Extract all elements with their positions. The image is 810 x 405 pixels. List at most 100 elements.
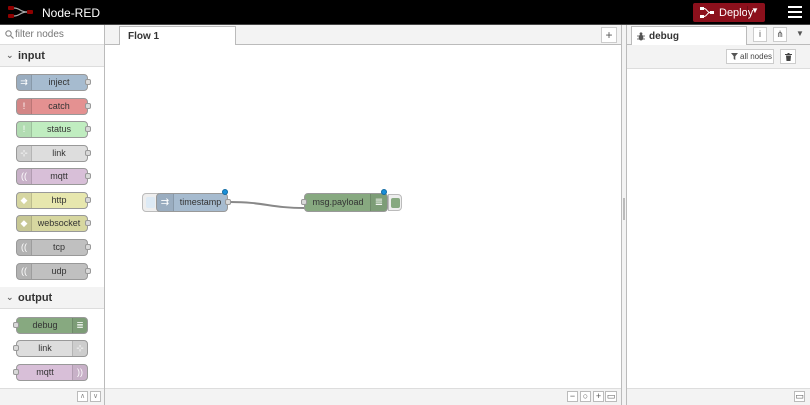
wire-layer	[229, 201, 306, 209]
palette-node-status[interactable]: ! status	[16, 121, 91, 138]
filter-nodes-input[interactable]	[15, 27, 100, 42]
palette-node-inject[interactable]: ⇉ inject	[16, 74, 91, 91]
node-label: link	[38, 343, 52, 353]
output-port	[85, 244, 91, 250]
node-label: http	[51, 195, 67, 205]
output-port[interactable]	[225, 199, 231, 205]
changed-indicator	[222, 189, 228, 195]
zoom-reset-icon[interactable]: ○	[580, 391, 591, 402]
changed-indicator	[381, 189, 387, 195]
node-label: websocket	[37, 218, 81, 228]
category-label: input	[18, 50, 45, 62]
deploy-icon	[700, 7, 714, 18]
navigator-icon[interactable]: ▭	[605, 391, 617, 402]
caret-down-icon[interactable]: ▼	[793, 27, 807, 42]
wave-icon: ((	[17, 240, 32, 255]
category-input-body: ⇉ inject ! catch ! status ⊹ link (( mqtt…	[0, 67, 104, 295]
link-icon: ⊹	[17, 146, 32, 161]
trash-icon	[785, 53, 792, 61]
wave-icon: ((	[17, 169, 32, 184]
arrow-icon: ⇉	[17, 75, 32, 90]
flow-canvas[interactable]: ⇉ timestamp msg.payload ≣	[105, 45, 621, 388]
globe-icon: ◆	[17, 193, 32, 208]
output-port	[85, 220, 91, 226]
list-icon: ≣	[370, 194, 387, 211]
deploy-button[interactable]: Deploy ▼	[693, 3, 765, 22]
palette-node-mqtt-out[interactable]: mqtt ))	[13, 364, 88, 381]
deploy-divider	[747, 6, 748, 19]
node-red-logo-icon	[8, 6, 33, 18]
search-icon	[5, 30, 14, 39]
link-icon: ⊹	[72, 341, 87, 356]
hamburger-menu-icon[interactable]	[788, 6, 802, 18]
wire[interactable]	[229, 201, 306, 209]
caret-down-icon[interactable]: ▼	[751, 6, 759, 15]
flow-workspace: Flow 1 + ⇉ timestamp msg.payload ≣ − ○ +…	[105, 25, 622, 405]
output-port	[85, 150, 91, 156]
node-label: debug	[32, 320, 58, 330]
tab-debug[interactable]: debug	[631, 26, 747, 45]
node-label: catch	[48, 101, 70, 111]
node-palette: ⌄ input ⇉ inject ! catch ! status ⊹ link…	[0, 25, 105, 405]
sidebar-tab-bar: debug i ⋔ ▼	[627, 25, 810, 45]
node-label: udp	[51, 266, 67, 276]
globe-icon: ◆	[17, 216, 32, 231]
palette-node-mqtt-in[interactable]: (( mqtt	[16, 168, 91, 185]
info-icon[interactable]: i	[753, 27, 767, 42]
output-port	[85, 126, 91, 132]
node-label: inject	[48, 77, 70, 87]
category-output-header[interactable]: ⌄ output	[0, 287, 104, 309]
palette-node-websocket-in[interactable]: ◆ websocket	[16, 215, 91, 232]
wave-icon: ((	[17, 264, 32, 279]
output-port	[85, 79, 91, 85]
tab-flow-1[interactable]: Flow 1	[119, 26, 236, 45]
category-input-header[interactable]: ⌄ input	[0, 45, 104, 67]
chevron-down-icon: ⌄	[6, 292, 14, 302]
node-label: status	[46, 124, 71, 134]
clear-messages-button[interactable]	[780, 49, 796, 64]
output-port	[85, 173, 91, 179]
add-flow-button[interactable]: +	[601, 27, 617, 43]
bug-icon[interactable]: ⋔	[773, 27, 787, 42]
palette-node-link-in[interactable]: ⊹ link	[16, 145, 91, 162]
palette-node-udp-in[interactable]: (( udp	[16, 263, 91, 280]
exclamation-icon: !	[17, 122, 32, 137]
deploy-label: Deploy	[719, 7, 754, 19]
zoom-in-icon[interactable]: +	[593, 391, 604, 402]
node-label: timestamp	[179, 197, 222, 207]
filter-all-nodes-button[interactable]: all nodes	[726, 49, 774, 64]
expand-all-icon[interactable]: ∨	[90, 391, 101, 402]
tab-label: debug	[649, 31, 679, 42]
collapse-all-icon[interactable]: ∧	[77, 391, 88, 402]
open-debug-window-icon[interactable]: ▭	[794, 391, 805, 402]
node-label: msg.payload	[312, 197, 364, 207]
node-label: tcp	[52, 242, 65, 252]
header-bar: Node-RED Deploy ▼	[0, 0, 810, 25]
filter-label: all nodes	[740, 52, 773, 61]
arrow-icon: ⇉	[157, 194, 174, 211]
palette-node-debug[interactable]: debug ≣	[13, 317, 88, 334]
sidebar: debug i ⋔ ▼ all nodes ▭	[626, 25, 810, 405]
list-icon: ≣	[72, 318, 87, 333]
palette-node-catch[interactable]: ! catch	[16, 98, 91, 115]
exclamation-icon: !	[17, 99, 32, 114]
workspace-footer: − ○ + ▭	[105, 388, 621, 405]
splitter-grip[interactable]	[623, 198, 625, 220]
debug-toolbar: all nodes	[627, 45, 810, 69]
flow-node-timestamp[interactable]: ⇉ timestamp	[156, 193, 231, 212]
palette-node-link-out[interactable]: link ⊹	[13, 340, 88, 357]
bug-icon	[637, 32, 645, 41]
palette-filter	[0, 25, 104, 45]
palette-node-tcp-in[interactable]: (( tcp	[16, 239, 91, 256]
debug-toggle-button[interactable]	[388, 194, 402, 211]
zoom-out-icon[interactable]: −	[567, 391, 578, 402]
workspace-tab-bar: Flow 1 +	[105, 25, 621, 45]
output-port	[85, 103, 91, 109]
palette-node-http-in[interactable]: ◆ http	[16, 192, 91, 209]
wave-icon: ))	[72, 365, 87, 380]
flow-node-msg-payload[interactable]: msg.payload ≣	[301, 193, 388, 212]
output-port	[85, 268, 91, 274]
output-port	[85, 197, 91, 203]
node-label: link	[52, 148, 66, 158]
debug-messages-area	[627, 69, 810, 388]
